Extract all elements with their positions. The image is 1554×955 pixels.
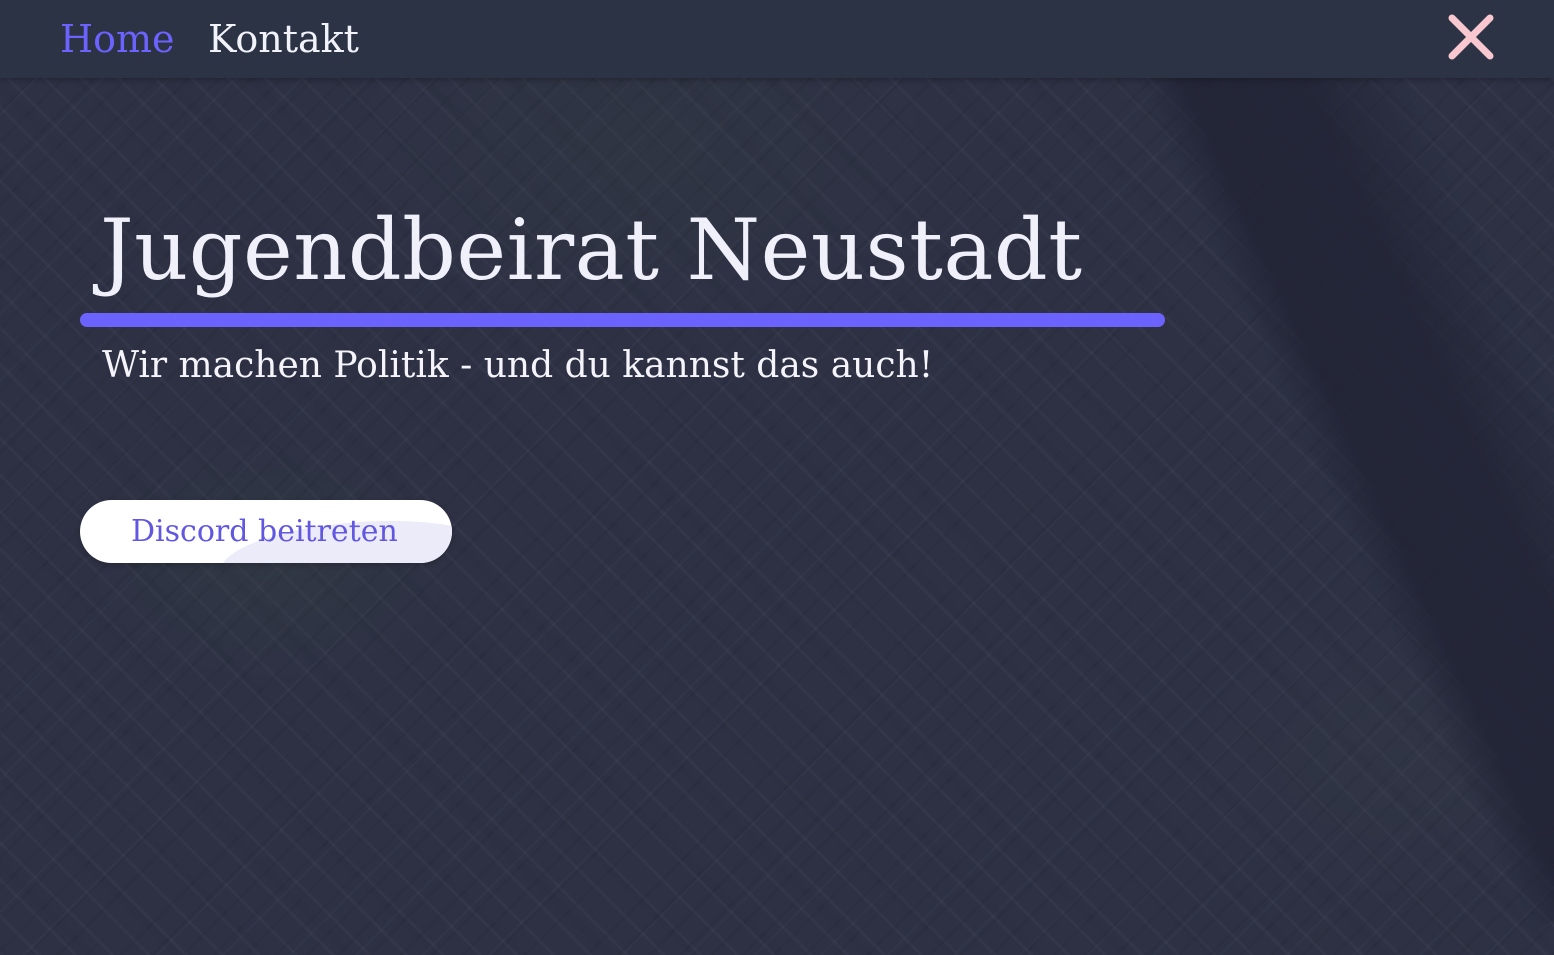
nav-link-kontakt[interactable]: Kontakt xyxy=(208,14,359,64)
close-icon[interactable] xyxy=(1446,12,1496,62)
hero-title: Jugendbeirat Neustadt xyxy=(100,201,1083,299)
hero-subtitle: Wir machen Politik - und du kannst das a… xyxy=(102,345,934,386)
discord-join-button[interactable]: Discord beitreten xyxy=(80,500,452,563)
discord-join-label: Discord beitreten xyxy=(131,514,398,549)
nav-link-home[interactable]: Home xyxy=(60,14,175,64)
top-navbar: Home Kontakt xyxy=(0,0,1554,78)
background-overlay xyxy=(0,0,1554,955)
page: Home Kontakt Jugendbeirat Neustadt Wir m… xyxy=(0,0,1554,955)
hero-title-underline xyxy=(80,313,1165,327)
